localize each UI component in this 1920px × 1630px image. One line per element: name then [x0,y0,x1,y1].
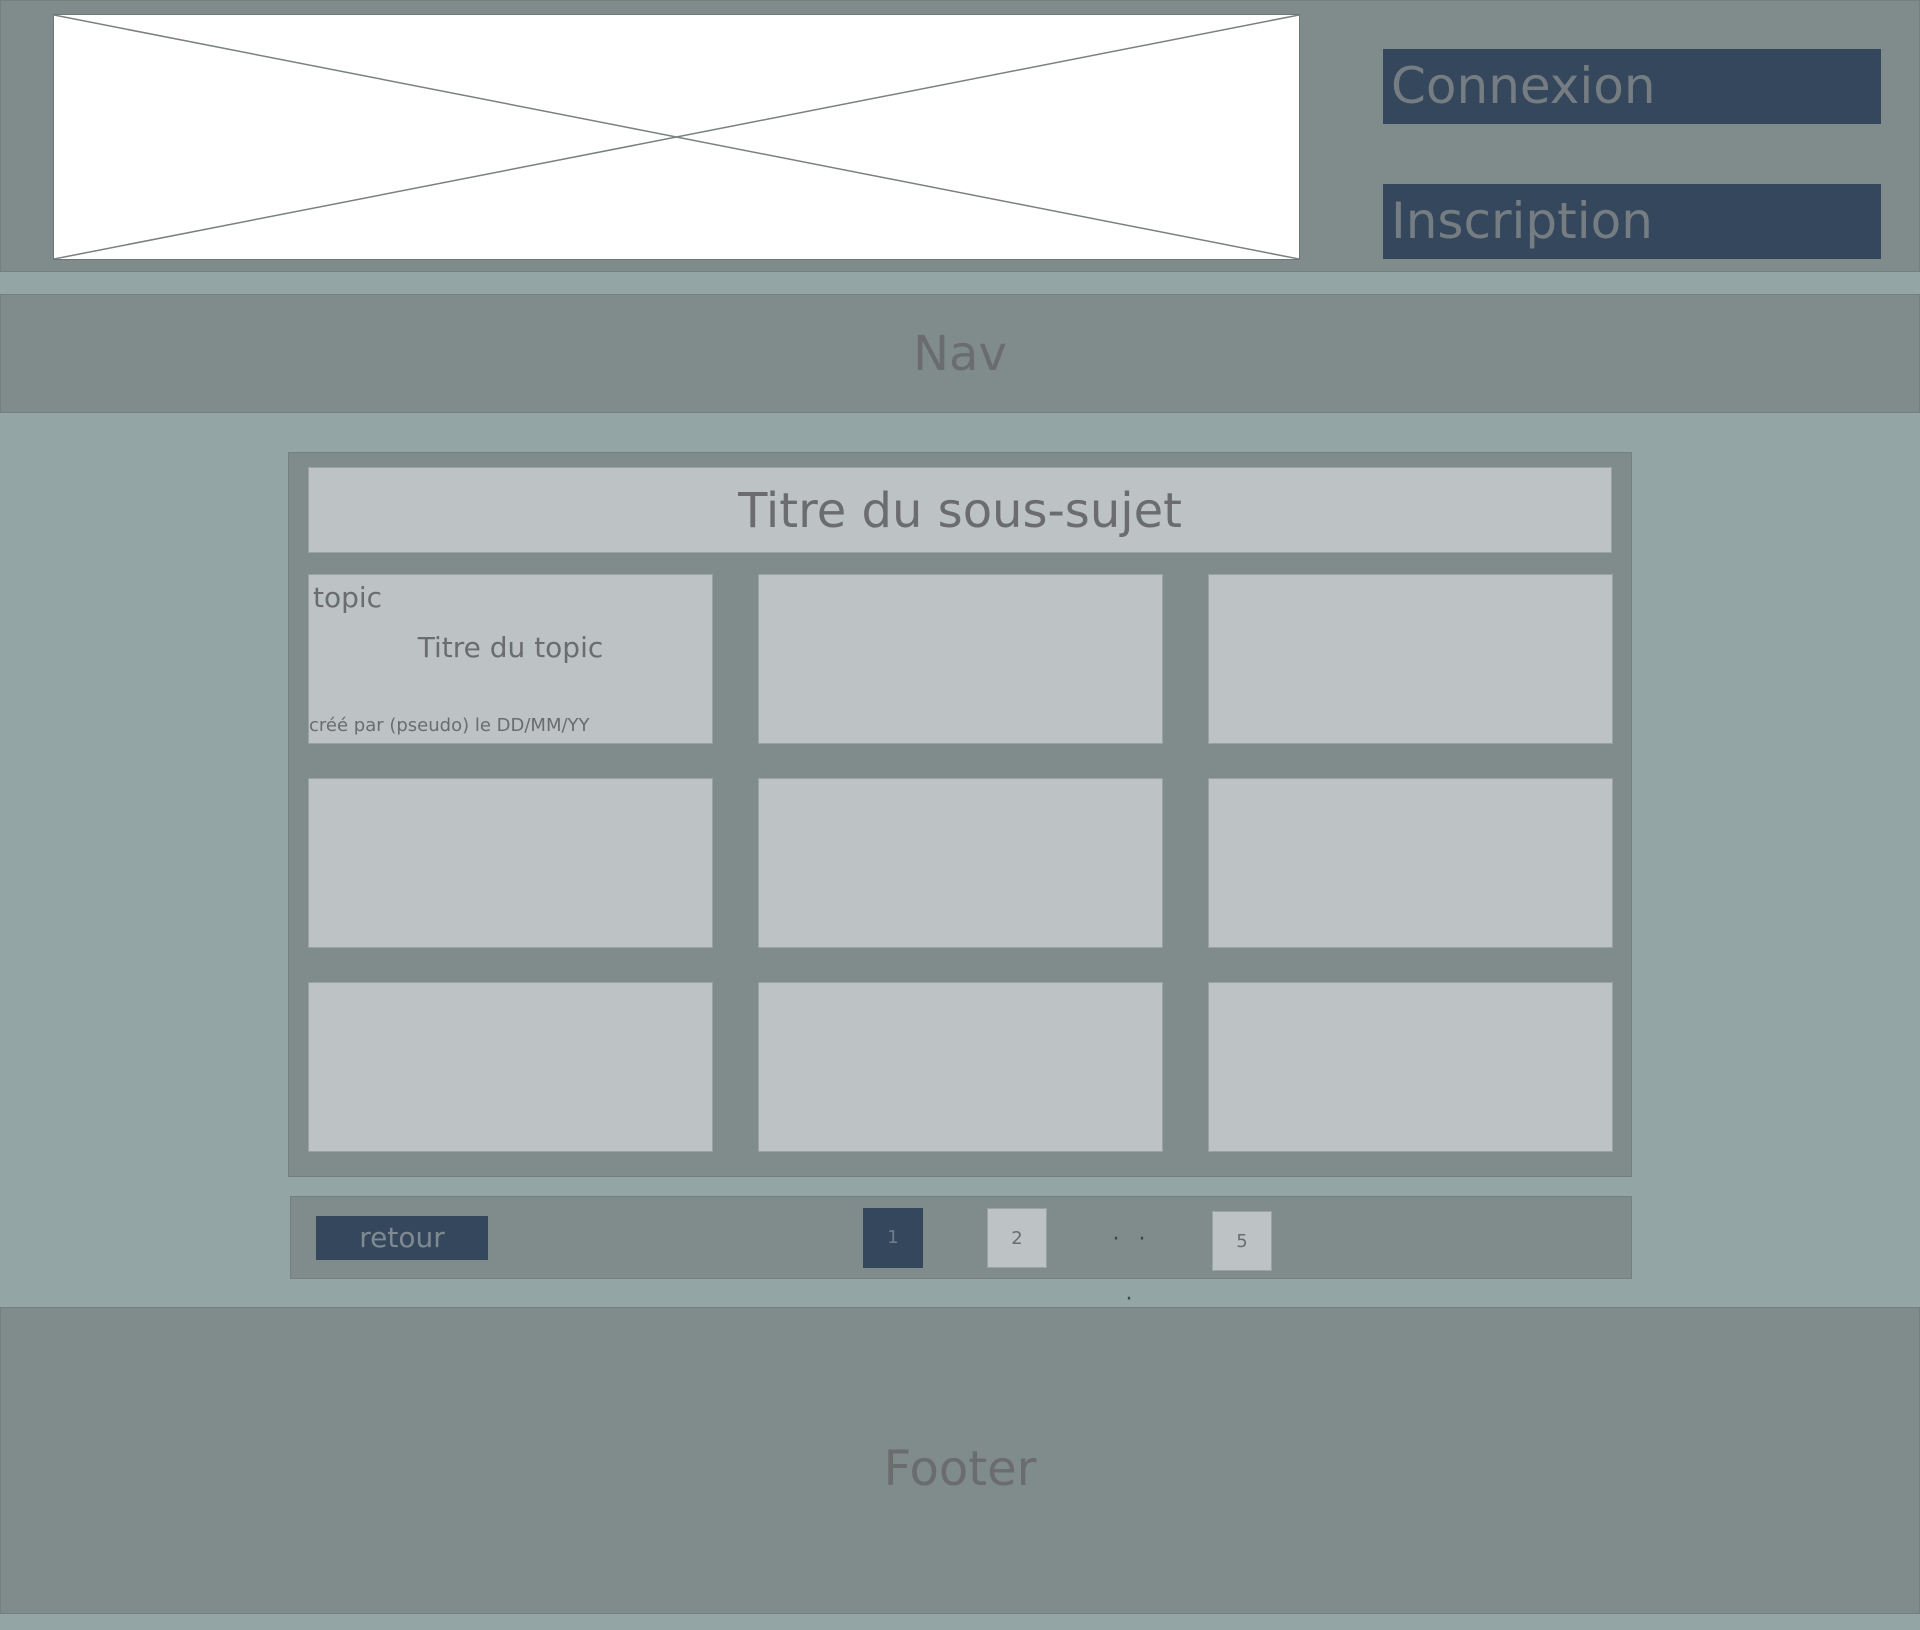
nav-bar[interactable]: Nav [0,294,1920,413]
topic-card[interactable] [758,982,1163,1152]
footer-label: Footer [883,1441,1037,1497]
page-button-5[interactable]: 5 [1212,1211,1272,1271]
logo-placeholder-image [53,14,1300,260]
image-placeholder-icon [54,15,1299,259]
topic-meta: créé par (pseudo) le DD/MM/YY [309,715,590,736]
footer: Footer [0,1307,1920,1614]
topic-title: Titre du topic [417,631,604,664]
topic-card[interactable] [1208,982,1613,1152]
topic-card[interactable] [758,574,1163,744]
page-button-2[interactable]: 2 [987,1208,1047,1268]
topic-card[interactable]: topic Titre du topic créé par (pseudo) l… [308,574,713,744]
topic-card[interactable] [308,982,713,1152]
topic-type-label: topic [313,581,383,614]
nav-label: Nav [913,326,1007,382]
topic-card[interactable] [1208,574,1613,744]
pagination-bar [290,1196,1632,1279]
login-button[interactable]: Connexion [1383,49,1881,124]
subject-title: Titre du sous-sujet [738,483,1182,539]
register-button[interactable]: Inscription [1383,184,1881,259]
pagination-ellipsis: · · · [1112,1227,1152,1312]
topic-card[interactable] [308,778,713,948]
page-button-1[interactable]: 1 [863,1208,923,1268]
subject-title-box: Titre du sous-sujet [308,467,1612,553]
topic-card[interactable] [758,778,1163,948]
back-button[interactable]: retour [316,1216,488,1260]
topic-card[interactable] [1208,778,1613,948]
